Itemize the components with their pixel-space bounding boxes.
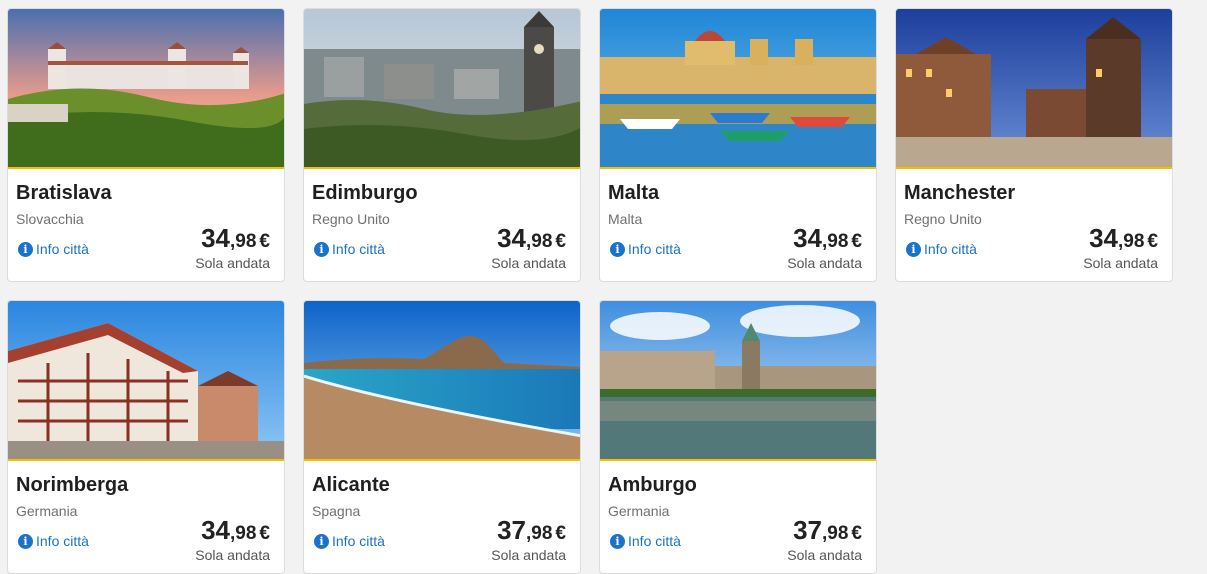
one-way-label: Sola andata (491, 547, 566, 563)
card-accent-bar (896, 167, 1172, 169)
city-name: Alicante (312, 474, 390, 496)
one-way-label: Sola andata (787, 547, 862, 563)
destination-photo[interactable] (600, 9, 876, 167)
card-accent-bar (8, 459, 284, 461)
city-name: Bratislava (16, 182, 112, 204)
destination-photo[interactable] (304, 301, 580, 459)
card-accent-bar (304, 459, 580, 461)
country-name: Germania (16, 503, 78, 519)
city-info-label: Info città (924, 241, 977, 257)
city-info-label: Info città (628, 533, 681, 549)
info-icon: i (314, 241, 329, 257)
city-info-label: Info città (332, 241, 385, 257)
one-way-label: Sola andata (491, 255, 566, 271)
city-name: Malta (608, 182, 660, 204)
country-name: Regno Unito (312, 211, 390, 227)
destination-photo[interactable] (896, 9, 1172, 167)
country-name: Germania (608, 503, 670, 519)
price-integer: 37 (793, 515, 822, 545)
one-way-label: Sola andata (195, 255, 270, 271)
destination-card-malta[interactable]: Malta Malta i Info città 34,98 € Sola and… (599, 8, 877, 282)
card-accent-bar (600, 167, 876, 169)
city-info-link[interactable]: i Info città (610, 240, 681, 258)
price: 34,98 € (201, 223, 270, 254)
info-icon: i (314, 533, 329, 549)
one-way-label: Sola andata (787, 255, 862, 271)
price-decimal: ,98 (230, 523, 257, 544)
city-info-label: Info città (332, 533, 385, 549)
country-name: Malta (608, 211, 643, 227)
card-accent-bar (304, 167, 580, 169)
one-way-label: Sola andata (195, 547, 270, 563)
country-name: Slovacchia (16, 211, 84, 227)
destination-photo[interactable] (600, 301, 876, 459)
price-currency: € (259, 523, 270, 544)
destination-photo[interactable] (304, 9, 580, 167)
price-integer: 34 (497, 223, 526, 253)
destination-photo[interactable] (8, 9, 284, 167)
card-accent-bar (8, 167, 284, 169)
price: 34,98 € (793, 223, 862, 254)
city-info-label: Info città (36, 533, 89, 549)
destination-card-manchester[interactable]: Manchester Regno Unito i Info città 34,9… (895, 8, 1173, 282)
price-currency: € (555, 523, 566, 544)
price-decimal: ,98 (1118, 231, 1145, 252)
price-decimal: ,98 (822, 231, 849, 252)
price-decimal: ,98 (526, 231, 553, 252)
info-icon: i (18, 241, 33, 257)
city-info-link[interactable]: i Info città (314, 532, 385, 550)
price: 34,98 € (1089, 223, 1158, 254)
info-icon: i (18, 533, 33, 549)
price: 34,98 € (201, 515, 270, 546)
country-name: Spagna (312, 503, 361, 519)
city-info-link[interactable]: i Info città (610, 532, 681, 550)
price-integer: 34 (1089, 223, 1118, 253)
destination-card-alicante[interactable]: Alicante Spagna i Info città 37,98 € Sola… (303, 300, 581, 574)
destination-card-amburgo[interactable]: Amburgo Germania i Info città 37,98 € Sol… (599, 300, 877, 574)
city-info-label: Info città (628, 241, 681, 257)
city-info-link[interactable]: i Info città (314, 240, 385, 258)
price-decimal: ,98 (526, 523, 553, 544)
destination-card-edimburgo[interactable]: Edimburgo Regno Unito i Info città 34,98… (303, 8, 581, 282)
destination-card-norimberga[interactable]: Norimberga Germania i Info città 34,98 € … (7, 300, 285, 574)
country-name: Regno Unito (904, 211, 982, 227)
price: 34,98 € (497, 223, 566, 254)
info-icon: i (906, 241, 921, 257)
price-currency: € (851, 523, 862, 544)
city-name: Amburgo (608, 474, 697, 496)
price-currency: € (1147, 231, 1158, 252)
info-icon: i (610, 241, 625, 257)
price-currency: € (555, 231, 566, 252)
city-info-link[interactable]: i Info città (18, 532, 89, 550)
one-way-label: Sola andata (1083, 255, 1158, 271)
destination-card-bratislava[interactable]: Bratislava Slovacchia i Info città 34,98… (7, 8, 285, 282)
price-integer: 34 (793, 223, 822, 253)
city-info-link[interactable]: i Info città (906, 240, 977, 258)
price: 37,98 € (497, 515, 566, 546)
price-decimal: ,98 (822, 523, 849, 544)
price-integer: 34 (201, 515, 230, 545)
price-integer: 34 (201, 223, 230, 253)
price-decimal: ,98 (230, 231, 257, 252)
card-accent-bar (600, 459, 876, 461)
price-integer: 37 (497, 515, 526, 545)
city-name: Manchester (904, 182, 1016, 204)
info-icon: i (610, 533, 625, 549)
destinations-grid: Bratislava Slovacchia i Info città 34,98… (0, 0, 1207, 574)
price-currency: € (851, 231, 862, 252)
city-name: Edimburgo (312, 182, 418, 204)
city-name: Norimberga (16, 474, 129, 496)
price-currency: € (259, 231, 270, 252)
city-info-label: Info città (36, 241, 89, 257)
destination-photo[interactable] (8, 301, 284, 459)
city-info-link[interactable]: i Info città (18, 240, 89, 258)
price: 37,98 € (793, 515, 862, 546)
